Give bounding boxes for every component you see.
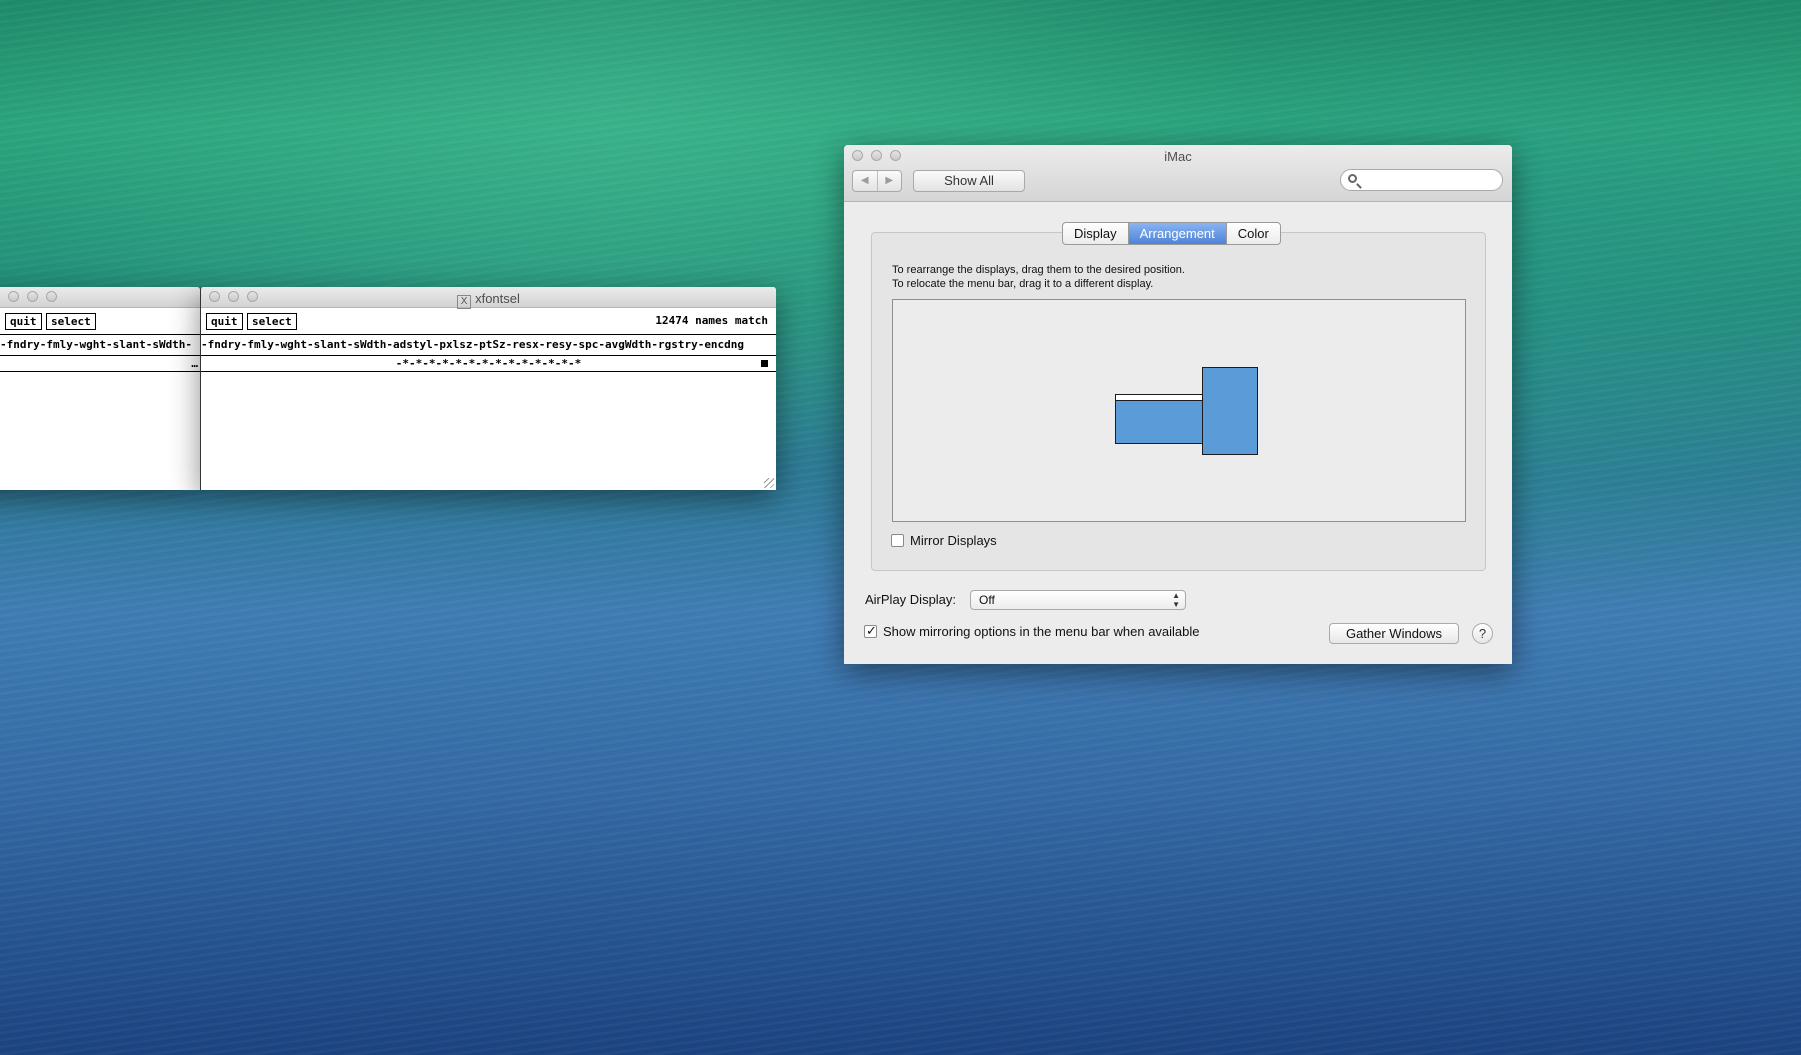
quit-button[interactable]: quit (5, 313, 42, 330)
resize-grip-icon[interactable] (764, 478, 774, 488)
toolbar: iMac ◀ ▶ Show All (844, 145, 1512, 202)
search-icon (1348, 174, 1357, 183)
mirror-displays-label: Mirror Displays (910, 533, 997, 548)
stepper-arrows-icon: ▲ ▼ (1172, 591, 1180, 609)
search-field[interactable] (1340, 169, 1503, 191)
x-window-icon: X (457, 295, 472, 309)
back-arrow-icon[interactable]: ◀ (853, 171, 878, 191)
show-mirroring-row: Show mirroring options in the menu bar w… (864, 623, 1200, 639)
window-title: iMac (1164, 149, 1192, 164)
scroll-handle[interactable] (761, 360, 768, 367)
tab-arrangement[interactable]: Arrangement (1128, 223, 1227, 244)
select-button[interactable]: select (247, 313, 297, 330)
show-all-button[interactable]: Show All (913, 170, 1025, 192)
font-field-menu[interactable]: -fndry-fmly-wght-slant-sWdth-adstyl-pxls… (201, 335, 776, 356)
menu-bar-indicator[interactable] (1116, 395, 1202, 401)
tab-display[interactable]: Display (1063, 223, 1129, 244)
instructions: To rearrange the displays, drag them to … (892, 263, 1185, 291)
mirror-displays-checkbox[interactable] (891, 534, 904, 547)
help-button[interactable]: ? (1472, 623, 1493, 644)
instruction-line: To rearrange the displays, drag them to … (892, 264, 1185, 276)
window-title-text: xfontsel (475, 291, 520, 306)
mirror-displays-row: Mirror Displays (891, 533, 997, 548)
xfontsel-window: Xxfontsel quit select 12474 names match … (200, 287, 776, 490)
font-field-menu[interactable]: -fndry-fmly-wght-slant-sWdth- (0, 335, 200, 356)
match-count: 12474 names match (655, 314, 768, 327)
select-button[interactable]: select (46, 313, 96, 330)
airplay-display-label: AirPlay Display: (865, 592, 957, 607)
display-thumbnail-main[interactable] (1115, 394, 1203, 444)
close-button[interactable] (8, 291, 19, 302)
zoom-button[interactable] (46, 291, 57, 302)
forward-arrow-icon[interactable]: ▶ (878, 171, 902, 191)
arrangement-panel: To rearrange the displays, drag them to … (871, 232, 1486, 571)
window-title: Xxfontsel (201, 291, 776, 309)
nav-buttons: ◀ ▶ (852, 170, 902, 192)
minimize-button[interactable] (27, 291, 38, 302)
instruction-line: To relocate the menu bar, drag it to a d… (892, 278, 1154, 290)
xfontsel-command-bar: quit select 12474 names match (201, 308, 776, 335)
font-pattern: -*-*-*-*-*-*-*-*-*-*-*-*-*-* (201, 356, 776, 372)
airplay-display-value: Off (979, 593, 995, 607)
xfontsel-window-left: quit select -fndry-fmly-wght-slant-sWdth… (0, 287, 200, 490)
display-thumbnail-secondary[interactable] (1202, 367, 1258, 455)
display-arrangement-area[interactable] (892, 299, 1466, 522)
xfontsel-command-bar: quit select (0, 308, 200, 335)
titlebar[interactable]: Xxfontsel (201, 287, 776, 309)
show-mirroring-label: Show mirroring options in the menu bar w… (883, 624, 1200, 639)
show-mirroring-checkbox[interactable] (864, 623, 877, 639)
tab-bar: Display Arrangement Color (1062, 222, 1281, 245)
quit-button[interactable]: quit (206, 313, 243, 330)
gather-windows-button[interactable]: Gather Windows (1329, 623, 1459, 644)
titlebar[interactable] (0, 287, 200, 308)
search-input[interactable] (1363, 172, 1497, 188)
displays-preferences-window: iMac ◀ ▶ Show All To rearrange the displ… (844, 145, 1512, 664)
window-controls (8, 291, 57, 302)
font-pattern: … (0, 356, 200, 372)
airplay-display-select[interactable]: Off ▲ ▼ (970, 590, 1186, 610)
font-pattern-text: -*-*-*-*-*-*-*-*-*-*-*-*-*-* (395, 357, 582, 370)
tab-color[interactable]: Color (1227, 223, 1280, 244)
